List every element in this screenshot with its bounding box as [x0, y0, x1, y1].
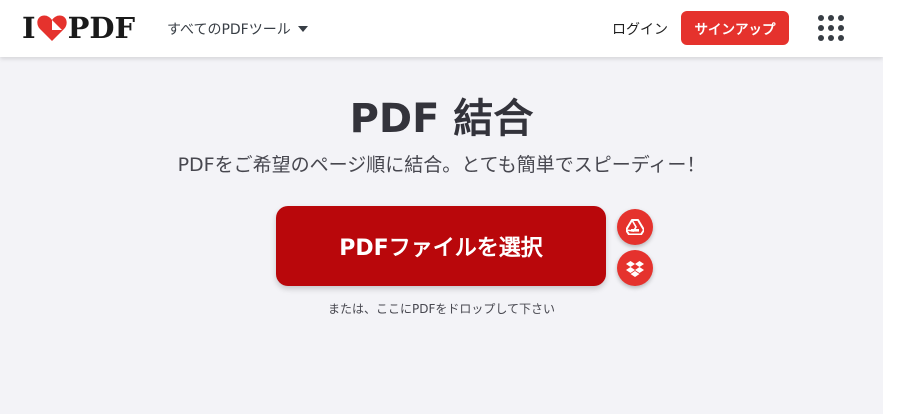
- select-pdf-files-button[interactable]: PDFファイルを選択: [276, 206, 606, 286]
- google-drive-icon: [626, 219, 644, 235]
- logo-text-pdf: PDF: [67, 11, 136, 45]
- dropbox-icon: [626, 260, 644, 277]
- page-subtitle: PDFをご希望のページ順に結合。とても簡単でスピーディー！: [177, 154, 706, 176]
- ilovepdf-logo[interactable]: I PDF: [22, 11, 135, 45]
- page-title: PDF 結合: [349, 96, 534, 142]
- all-tools-label: すべてのPDFツール: [167, 22, 291, 38]
- login-link[interactable]: ログイン: [612, 19, 668, 39]
- page-background: I PDF すべてのPDFツール ログイン サインアップ PDF 結合 PDFを…: [0, 0, 883, 414]
- all-tools-dropdown[interactable]: すべてのPDFツール: [167, 19, 308, 39]
- drop-hint-text: または、ここにPDFをドロップして下さい: [327, 302, 556, 316]
- google-drive-button[interactable]: [617, 209, 653, 245]
- signup-button[interactable]: サインアップ: [681, 11, 789, 45]
- grid-icon[interactable]: [817, 14, 845, 42]
- logo-letter-i: I: [22, 11, 36, 45]
- dropbox-button[interactable]: [617, 250, 653, 286]
- scrollbar-gutter: [883, 0, 897, 414]
- caret-down-icon: [297, 26, 308, 32]
- top-navbar: I PDF すべてのPDFツール ログイン サインアップ: [0, 0, 883, 57]
- heart-icon: [36, 15, 67, 42]
